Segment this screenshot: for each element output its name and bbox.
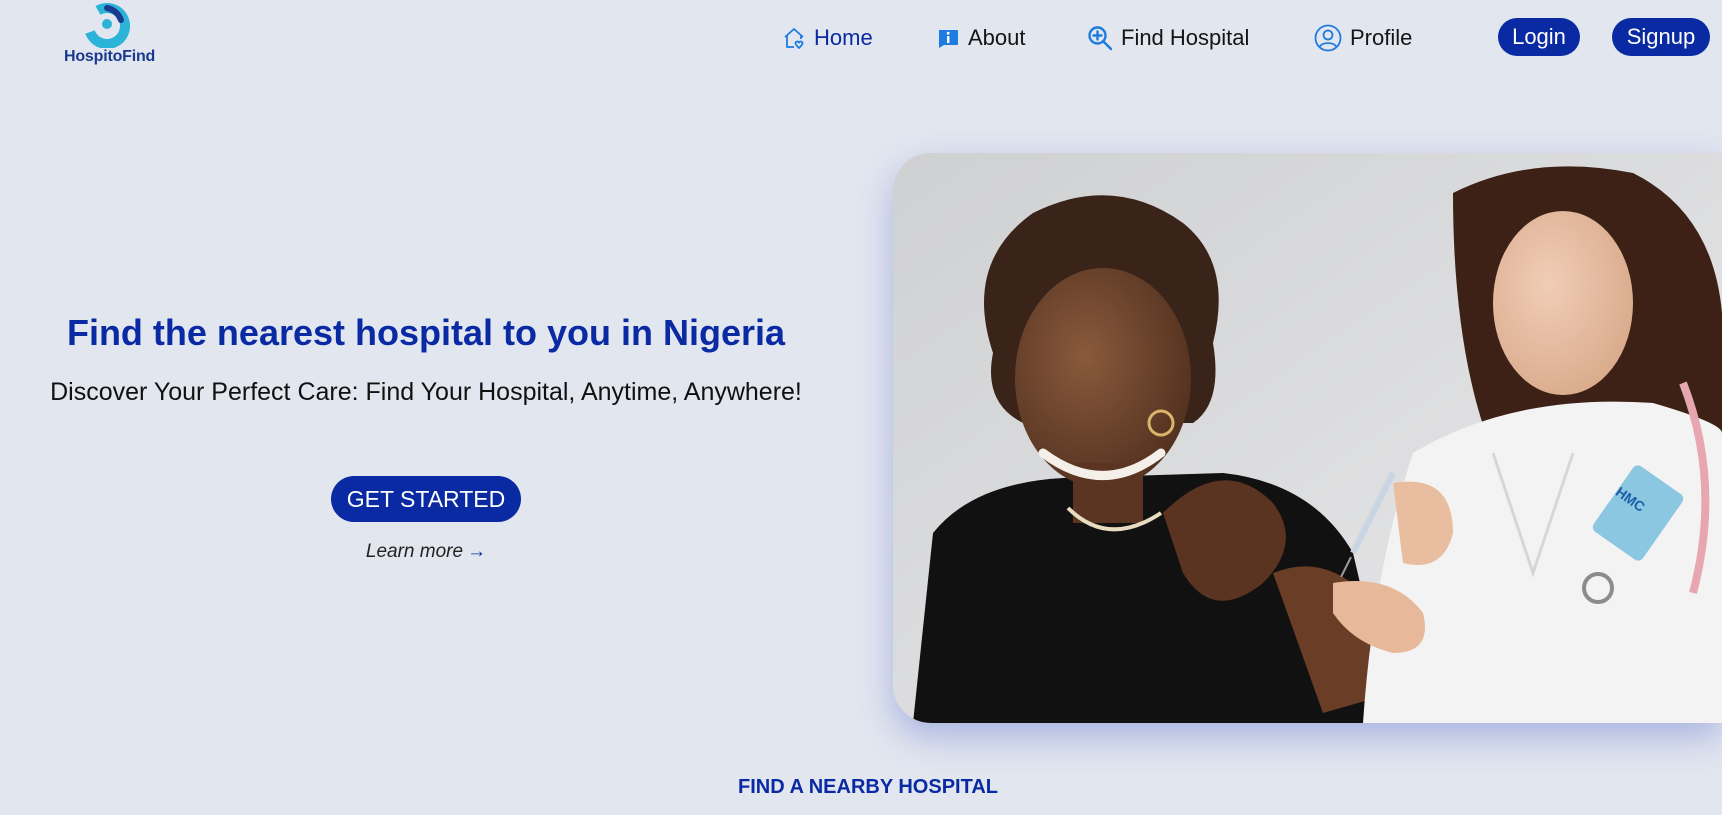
search-plus-icon: [1088, 26, 1113, 51]
brand-name: HospitoFind: [64, 48, 156, 65]
nav-profile-label: Profile: [1350, 25, 1413, 50]
hero-title: Find the nearest hospital to you in Nige…: [66, 312, 786, 353]
nav-home-label: Home: [814, 25, 873, 50]
arrow-right-icon: →: [467, 541, 487, 562]
learn-more-label: Learn more: [365, 541, 464, 562]
nav-about[interactable]: About: [936, 20, 1026, 56]
nav-home[interactable]: Home: [782, 20, 873, 56]
hero-subtitle: Discover Your Perfect Care: Find Your Ho…: [50, 378, 802, 406]
signup-button[interactable]: Signup: [1612, 18, 1710, 56]
logo[interactable]: HospitoFind: [62, 0, 162, 70]
get-started-button[interactable]: GET STARTED: [331, 476, 521, 522]
nav-about-label: About: [968, 25, 1026, 50]
login-button[interactable]: Login: [1498, 18, 1580, 56]
info-icon: [939, 30, 958, 48]
nav-find-hospital-label: Find Hospital: [1121, 25, 1250, 50]
section-title: FIND A NEARBY HOSPITAL: [737, 776, 998, 798]
nav-profile[interactable]: Profile: [1314, 20, 1412, 56]
learn-more-link[interactable]: Learn more →: [0, 541, 852, 563]
home-icon: [784, 28, 804, 49]
user-circle-icon: [1314, 24, 1342, 52]
logo-icon: [84, 3, 130, 48]
hero-image: HMC: [893, 153, 1722, 723]
nav-find-hospital[interactable]: Find Hospital: [1087, 20, 1249, 56]
